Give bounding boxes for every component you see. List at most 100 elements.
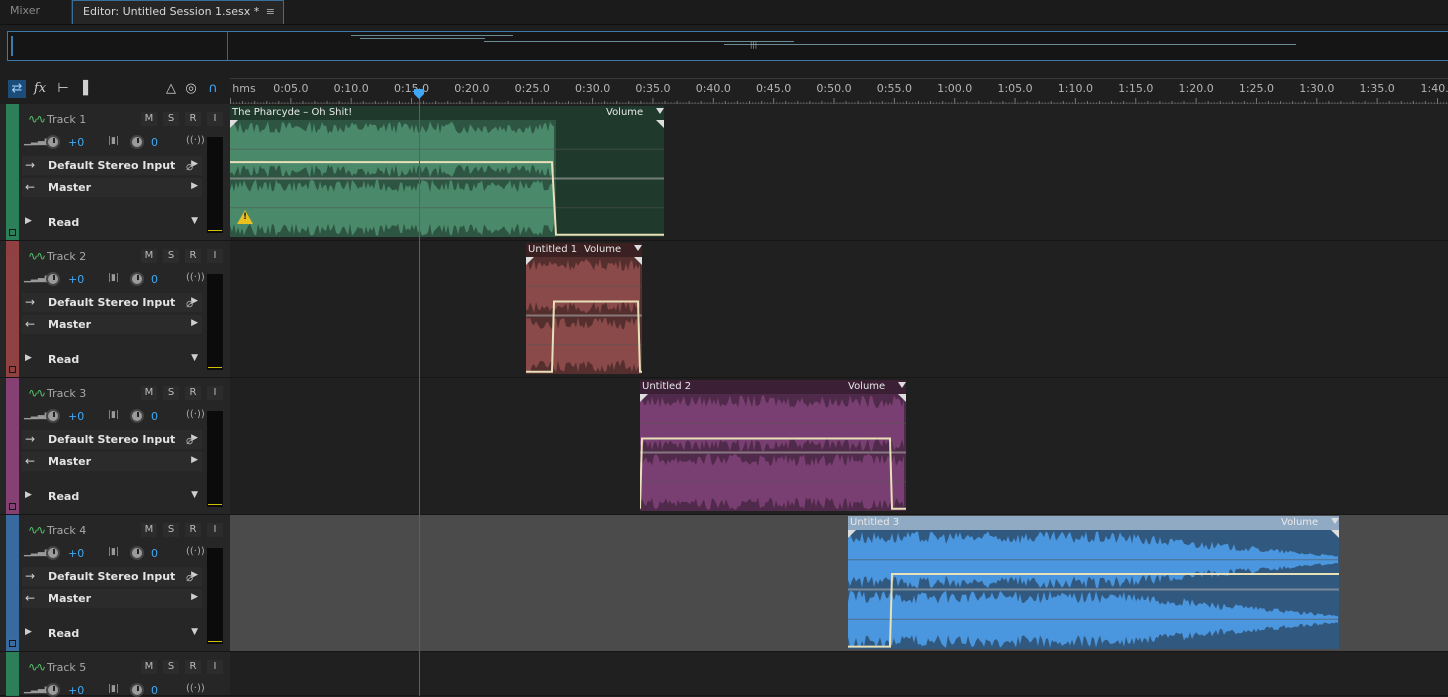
record-arm-button[interactable]: R: [185, 249, 201, 263]
eq-icon[interactable]: ▐: [74, 80, 92, 98]
automation-mode-select[interactable]: ▶ Read ▼: [22, 213, 202, 232]
track-header[interactable]: ∿∿ Track 5 M S R I ▁▂▃▅ +0 |▮| 0 ((·)): [0, 652, 230, 696]
stereo-monitor-icon[interactable]: ((·)): [186, 135, 205, 146]
expand-lanes-icon[interactable]: ▶: [25, 627, 32, 637]
audio-clip[interactable]: Untitled 2Volume: [640, 380, 906, 511]
stereo-monitor-icon[interactable]: ((·)): [186, 546, 205, 557]
clip-volume-menu[interactable]: Volume: [1281, 517, 1318, 528]
stereo-monitor-icon[interactable]: ((·)): [186, 409, 205, 420]
volume-value[interactable]: +0: [68, 547, 84, 560]
track-header[interactable]: ∿∿ Track 2 M S R I ▁▂▃▅ +0 |▮| 0 ((·)) →…: [0, 241, 230, 378]
input-select[interactable]: → Default Stereo Input ▶: [22, 567, 202, 586]
headphones-icon[interactable]: ∩: [204, 80, 222, 98]
warning-icon[interactable]: !: [237, 210, 253, 224]
clip-title[interactable]: Untitled 2: [642, 381, 691, 392]
overview-grip-icon[interactable]: |||: [750, 41, 757, 49]
clip-volume-menu[interactable]: Volume: [606, 107, 643, 118]
clip-title[interactable]: Untitled 1: [528, 244, 577, 255]
track-color-strip[interactable]: [6, 378, 19, 514]
solo-button[interactable]: S: [163, 523, 179, 537]
track-name[interactable]: Track 3: [47, 387, 86, 400]
volume-value[interactable]: +0: [68, 684, 84, 697]
mute-button[interactable]: M: [141, 523, 157, 537]
pan-value[interactable]: 0: [151, 136, 158, 149]
pan-value[interactable]: 0: [151, 273, 158, 286]
session-overview[interactable]: |||: [7, 31, 1448, 61]
track-lane[interactable]: Untitled 1 Volume: [230, 241, 1448, 378]
track-select-box[interactable]: [9, 366, 16, 373]
pan-value[interactable]: 0: [151, 684, 158, 697]
record-arm-button[interactable]: R: [185, 386, 201, 400]
input-monitor-button[interactable]: I: [207, 523, 223, 537]
mute-button[interactable]: M: [141, 112, 157, 126]
pan-knob[interactable]: [130, 409, 144, 423]
pan-knob[interactable]: [130, 546, 144, 560]
pan-knob[interactable]: [130, 272, 144, 286]
metronome-icon[interactable]: △: [162, 80, 180, 98]
playhead-handle[interactable]: [413, 88, 425, 100]
solo-button[interactable]: S: [163, 112, 179, 126]
volume-knob[interactable]: [46, 135, 60, 149]
panel-menu-icon[interactable]: ≡: [266, 1, 275, 23]
track-header[interactable]: ∿∿ Track 4 M S R I ▁▂▃▅ +0 |▮| 0 ((·)) →…: [0, 515, 230, 652]
automation-mode-select[interactable]: ▶ Read ▼: [22, 487, 202, 506]
mute-button[interactable]: M: [141, 249, 157, 263]
track-select-box[interactable]: [9, 229, 16, 236]
solo-button[interactable]: S: [163, 386, 179, 400]
track-lane[interactable]: The Pharcyde – Oh Shit!Volume!: [230, 104, 1448, 241]
track-name[interactable]: Track 1: [47, 113, 86, 126]
mute-button[interactable]: M: [141, 660, 157, 674]
pan-knob[interactable]: [130, 135, 144, 149]
phase-invert-icon[interactable]: ⌀: [186, 159, 193, 173]
output-select[interactable]: ← Master ▶: [22, 315, 202, 334]
output-select[interactable]: ← Master ▶: [22, 452, 202, 471]
stereo-monitor-icon[interactable]: ((·)): [186, 683, 205, 694]
track-color-strip[interactable]: [6, 104, 19, 240]
clip-volume-menu[interactable]: Volume: [584, 244, 621, 255]
audio-clip[interactable]: Untitled 1 Volume: [526, 243, 642, 374]
clip-title[interactable]: Untitled 3: [850, 517, 899, 528]
input-select[interactable]: → Default Stereo Input ▶: [22, 430, 202, 449]
input-select[interactable]: → Default Stereo Input ▶: [22, 156, 202, 175]
track-lane[interactable]: [230, 652, 1448, 696]
automation-mode-select[interactable]: ▶ Read ▼: [22, 624, 202, 643]
track-color-strip[interactable]: [6, 241, 19, 377]
record-arm-button[interactable]: R: [185, 523, 201, 537]
input-monitor-button[interactable]: I: [207, 386, 223, 400]
track-lane[interactable]: Untitled 3 Volume: [230, 515, 1448, 652]
track-name[interactable]: Track 2: [47, 250, 86, 263]
solo-button[interactable]: S: [163, 660, 179, 674]
phase-invert-icon[interactable]: ⌀: [186, 570, 193, 584]
track-name[interactable]: Track 4: [47, 524, 86, 537]
mute-button[interactable]: M: [141, 386, 157, 400]
volume-knob[interactable]: [46, 546, 60, 560]
volume-knob[interactable]: [46, 683, 60, 697]
volume-value[interactable]: +0: [68, 273, 84, 286]
input-monitor-button[interactable]: I: [207, 112, 223, 126]
audio-clip[interactable]: Untitled 3 Volume: [848, 516, 1339, 649]
volume-value[interactable]: +0: [68, 410, 84, 423]
output-select[interactable]: ← Master ▶: [22, 589, 202, 608]
record-arm-button[interactable]: R: [185, 112, 201, 126]
audio-clip[interactable]: The Pharcyde – Oh Shit!Volume!: [230, 106, 664, 237]
overview-range-handle[interactable]: [11, 36, 13, 56]
pan-knob[interactable]: [130, 683, 144, 697]
input-monitor-button[interactable]: I: [207, 660, 223, 674]
input-monitor-button[interactable]: I: [207, 249, 223, 263]
track-color-strip[interactable]: [6, 515, 19, 651]
track-name[interactable]: Track 5: [47, 661, 86, 674]
volume-knob[interactable]: [46, 409, 60, 423]
track-header[interactable]: ∿∿ Track 3 M S R I ▁▂▃▅ +0 |▮| 0 ((·)) →…: [0, 378, 230, 515]
fx-icon[interactable]: fx: [31, 80, 49, 98]
switch-icon[interactable]: ⇄: [8, 80, 26, 98]
automation-mode-select[interactable]: ▶ Read ▼: [22, 350, 202, 369]
expand-lanes-icon[interactable]: ▶: [25, 490, 32, 500]
solo-button[interactable]: S: [163, 249, 179, 263]
expand-lanes-icon[interactable]: ▶: [25, 216, 32, 226]
track-color-strip[interactable]: [6, 652, 19, 696]
phase-invert-icon[interactable]: ⌀: [186, 296, 193, 310]
volume-knob[interactable]: [46, 272, 60, 286]
sends-icon[interactable]: ⊢: [54, 80, 72, 98]
input-monitor-icon[interactable]: ◎: [182, 80, 200, 98]
pan-value[interactable]: 0: [151, 547, 158, 560]
